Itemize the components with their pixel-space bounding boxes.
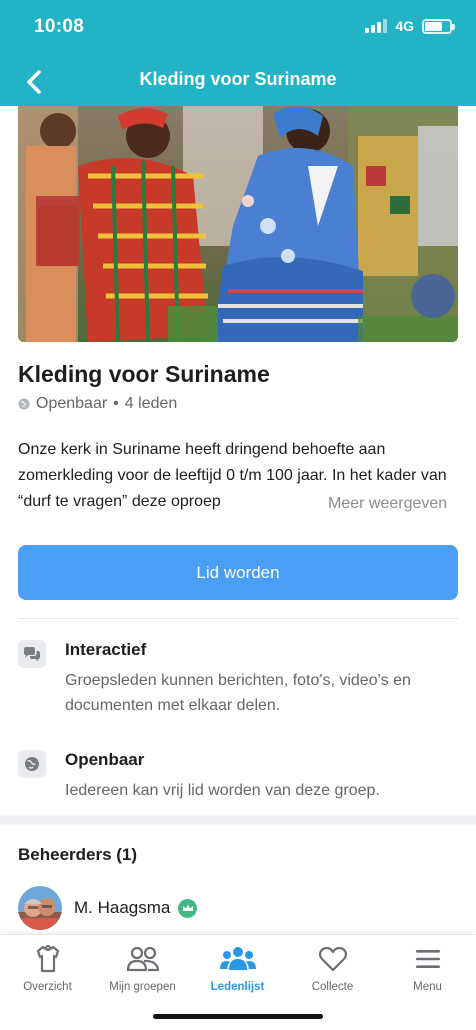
tab-collecte[interactable]: Collecte bbox=[285, 943, 380, 993]
group-cover-image bbox=[18, 106, 458, 342]
status-time: 10:08 bbox=[34, 16, 85, 37]
admin-name: M. Haagsma bbox=[74, 898, 171, 917]
tab-ledenlijst[interactable]: Ledenlijst bbox=[190, 943, 285, 993]
network-type: 4G bbox=[395, 18, 414, 34]
info-interactive-text: Groepsleden kunnen berichten, foto's, vi… bbox=[65, 672, 411, 714]
tab-overzicht[interactable]: Overzicht bbox=[0, 943, 95, 993]
divider bbox=[18, 618, 458, 619]
info-public-text: Iedereen kan vrij lid worden van deze gr… bbox=[65, 782, 380, 799]
member-count: 4 leden bbox=[124, 395, 178, 412]
globe-icon bbox=[18, 750, 46, 778]
heart-icon bbox=[318, 946, 347, 972]
avatar bbox=[18, 886, 62, 930]
join-group-button[interactable]: Lid worden bbox=[18, 545, 458, 600]
nav-bar: Kleding voor Suriname bbox=[0, 58, 476, 106]
admin-list-item[interactable]: M. Haagsma bbox=[18, 885, 198, 931]
show-more-link[interactable]: Meer weergeven bbox=[320, 491, 448, 517]
visibility-label: Openbaar bbox=[36, 395, 108, 412]
crown-icon bbox=[178, 898, 198, 918]
status-indicators: 4G bbox=[365, 18, 455, 34]
section-separator bbox=[0, 815, 476, 825]
tab-label: Overzicht bbox=[23, 981, 72, 993]
shirt-icon bbox=[36, 945, 59, 973]
tab-label: Menu bbox=[413, 981, 442, 993]
battery-icon bbox=[422, 18, 455, 34]
globe-small-icon bbox=[18, 398, 30, 410]
signal-icon bbox=[365, 19, 388, 33]
tab-label: Collecte bbox=[311, 981, 354, 993]
info-interactive: Interactief Groepsleden kunnen berichten… bbox=[18, 640, 458, 720]
home-indicator[interactable] bbox=[153, 1014, 323, 1019]
page-title: Kleding voor Suriname bbox=[139, 69, 337, 89]
info-public: Openbaar Iedereen kan vrij lid worden va… bbox=[18, 750, 458, 805]
admins-heading: Beheerders (1) bbox=[18, 845, 138, 864]
chat-bubbles-icon bbox=[18, 640, 46, 668]
group-meta: Openbaar • 4 leden bbox=[18, 395, 177, 413]
two-people-icon bbox=[126, 946, 159, 972]
group-name: Kleding voor Suriname bbox=[18, 361, 270, 387]
hamburger-icon bbox=[415, 950, 440, 968]
info-public-title: Openbaar bbox=[65, 750, 145, 769]
tab-label: Mijn groepen bbox=[109, 981, 176, 993]
info-interactive-title: Interactief bbox=[65, 640, 147, 659]
tab-label: Ledenlijst bbox=[210, 981, 265, 993]
status-bar: 10:08 4G bbox=[0, 0, 476, 58]
tab-mijn-groepen[interactable]: Mijn groepen bbox=[95, 943, 190, 993]
tab-menu[interactable]: Menu bbox=[380, 943, 475, 993]
meta-separator: • bbox=[113, 395, 119, 412]
members-icon bbox=[219, 947, 256, 970]
